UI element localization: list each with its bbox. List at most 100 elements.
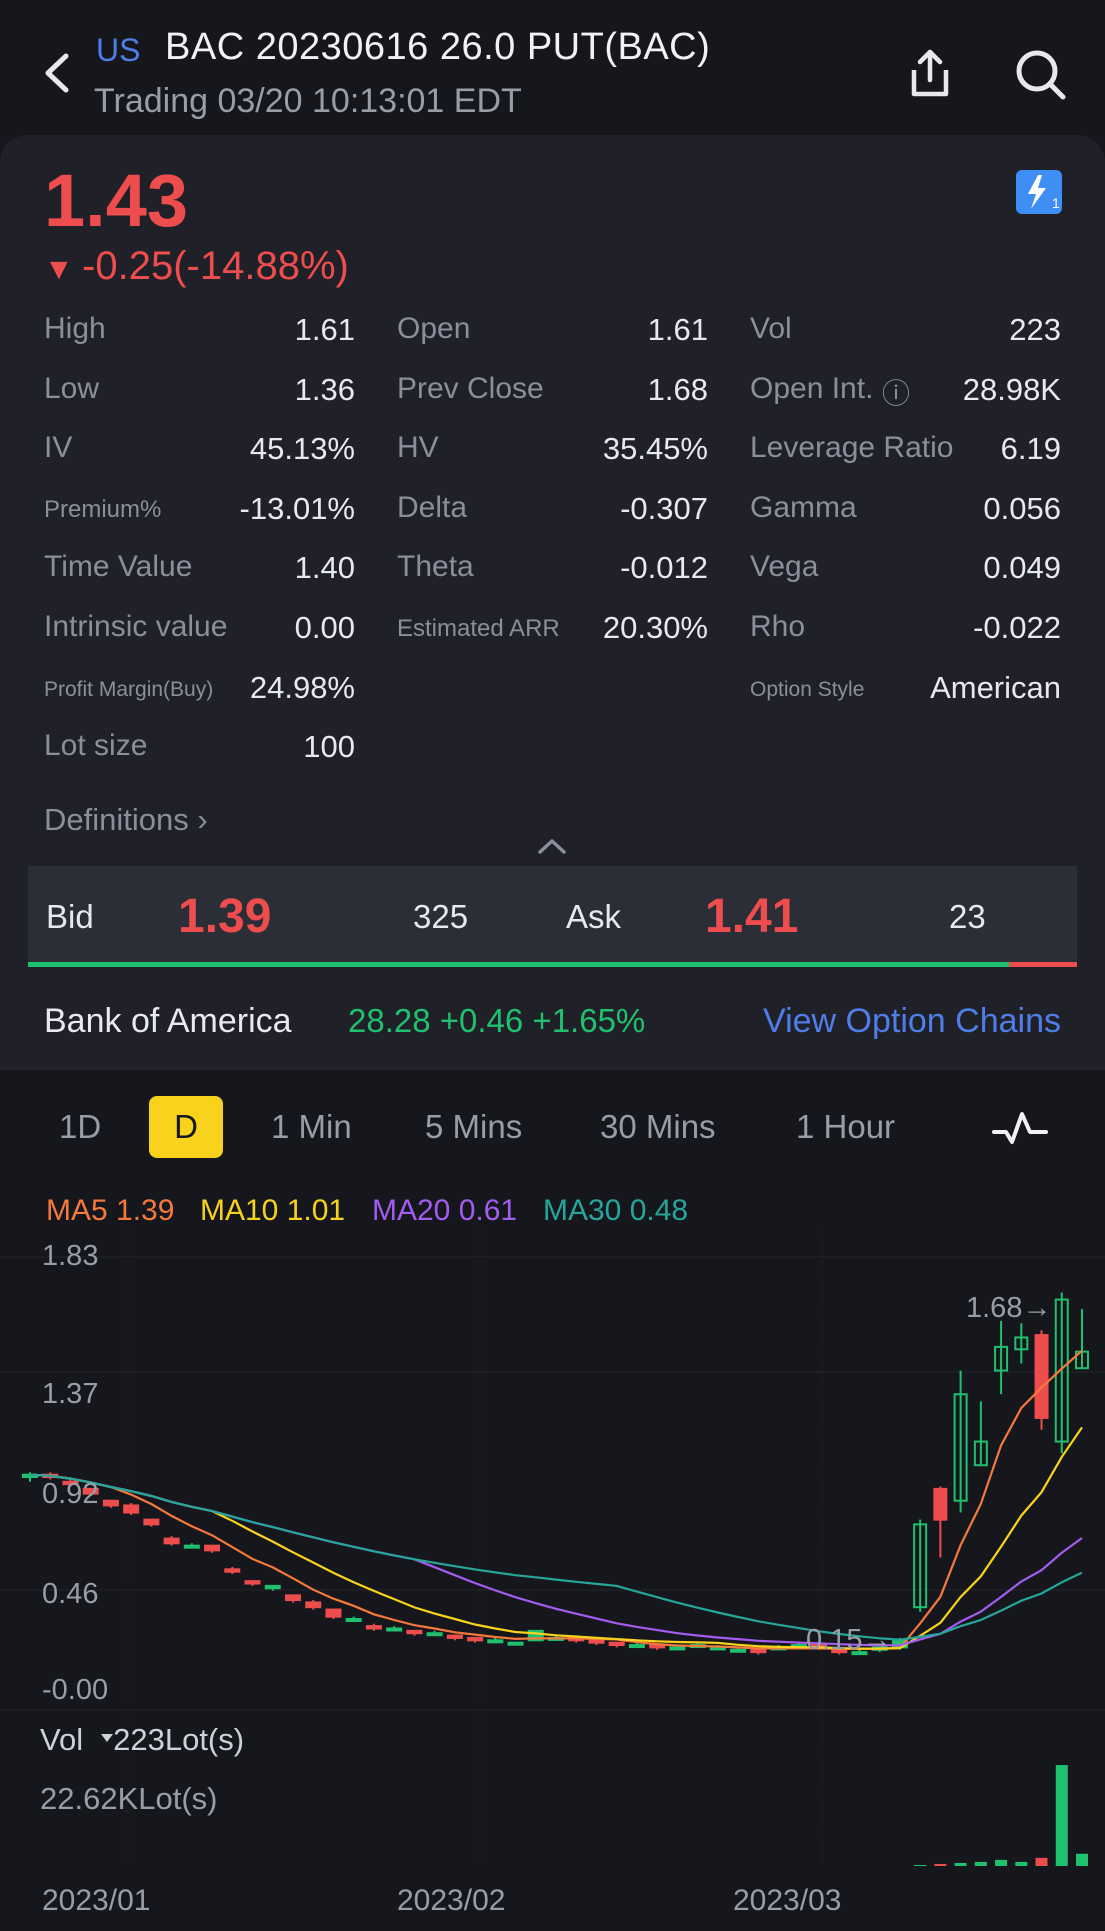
x-tick-label: 2023/01 xyxy=(42,1884,151,1917)
stat-label: Lot size xyxy=(44,729,148,763)
stat-value: 1.40 xyxy=(294,550,355,586)
stat-label: Vega xyxy=(750,550,819,584)
underlying-name[interactable]: Bank of America xyxy=(44,1002,292,1041)
stat-label: Time Value xyxy=(44,550,193,584)
stat-label: IV xyxy=(44,431,73,465)
volume-bar xyxy=(1015,1861,1028,1866)
tab-1-hour[interactable]: 1 Hour xyxy=(796,1108,895,1146)
volume-bar xyxy=(914,1864,927,1866)
volume-label[interactable]: Vol 223Lot(s) xyxy=(40,1722,244,1758)
high-annotation: 1.68→ xyxy=(966,1292,1052,1324)
ask-label: Ask xyxy=(566,898,622,935)
ask-depth-bar xyxy=(1009,962,1077,967)
price-change-value: -0.25(-14.88%) xyxy=(82,244,349,288)
tab-d[interactable]: D xyxy=(149,1096,223,1158)
definitions-label: Definitions xyxy=(44,802,189,837)
stat-label: Prev Close xyxy=(397,371,544,405)
ma30-legend: MA30 0.48 xyxy=(543,1194,689,1227)
stat-value: 45.13% xyxy=(249,431,355,467)
candle xyxy=(487,1637,504,1644)
ma-line-10 xyxy=(29,1426,1083,1650)
ma-line-5 xyxy=(29,1349,1083,1650)
tab-5-mins[interactable]: 5 Mins xyxy=(425,1108,522,1146)
low-annotation: 0.15→ xyxy=(806,1624,892,1656)
search-icon[interactable] xyxy=(1010,44,1070,104)
candle xyxy=(973,1401,988,1467)
stat-value: 100 xyxy=(303,729,355,765)
candle xyxy=(507,1641,524,1646)
share-icon[interactable] xyxy=(900,44,960,104)
stat-value: 0.056 xyxy=(983,490,1061,526)
candle xyxy=(183,1543,200,1549)
candle xyxy=(123,1503,140,1515)
candle xyxy=(163,1536,180,1546)
stat-value: 24.98% xyxy=(249,669,355,705)
ma20-legend: MA20 0.61 xyxy=(372,1194,518,1227)
tab-1-min[interactable]: 1 Min xyxy=(271,1108,352,1146)
definitions-link[interactable]: Definitions › xyxy=(44,802,208,838)
candle xyxy=(649,1644,666,1650)
svg-text:1: 1 xyxy=(1052,195,1060,211)
x-tick-label: 2023/03 xyxy=(733,1884,842,1917)
candle xyxy=(285,1594,301,1603)
candle xyxy=(325,1608,342,1620)
stat-value: 28.98K xyxy=(962,371,1061,407)
tab-30-mins[interactable]: 30 Mins xyxy=(600,1108,716,1146)
info-icon[interactable]: ⓘ xyxy=(882,372,910,412)
stat-value: -0.022 xyxy=(973,610,1061,645)
volume-bar xyxy=(1055,1765,1068,1866)
candle xyxy=(365,1623,382,1631)
candle xyxy=(933,1486,948,1558)
stat-label: Gamma xyxy=(750,490,857,524)
candle xyxy=(446,1634,463,1641)
stat-value: 223 xyxy=(1009,312,1061,347)
candle xyxy=(994,1320,1009,1395)
y-tick-label: 0.46 xyxy=(42,1578,99,1610)
candle xyxy=(588,1639,605,1646)
collapse-caret-icon[interactable] xyxy=(536,836,568,856)
stat-label: Leverage Ratio xyxy=(750,431,954,465)
chevron-right-icon: › xyxy=(197,802,208,837)
stat-label: Profit Margin(Buy) xyxy=(44,677,214,701)
page-title: BAC 20230616 26.0 PUT(BAC) xyxy=(165,26,711,68)
stat-value: 0.00 xyxy=(294,610,355,645)
y-tick-label: -0.00 xyxy=(42,1674,109,1706)
bid-label: Bid xyxy=(46,898,94,935)
candle xyxy=(1034,1330,1049,1430)
stat-value: -0.307 xyxy=(620,490,708,526)
stat-label: Open xyxy=(397,312,471,345)
candle xyxy=(345,1616,362,1623)
stat-label: HV xyxy=(397,431,439,465)
ask-size: 23 xyxy=(949,898,986,935)
stat-label: Rho xyxy=(750,610,806,643)
volume-bar xyxy=(934,1863,947,1866)
candle xyxy=(102,1499,119,1508)
volume-bar xyxy=(995,1859,1008,1866)
stat-value: 1.61 xyxy=(647,312,708,347)
view-option-chains-link[interactable]: View Option Chains xyxy=(763,1002,1061,1041)
volume-bar xyxy=(974,1861,987,1866)
candle xyxy=(143,1518,160,1527)
candle xyxy=(953,1370,968,1513)
volume-dropdown-icon[interactable] xyxy=(99,1731,115,1745)
stat-value: 1.61 xyxy=(294,312,355,347)
y-tick-label: 1.37 xyxy=(42,1378,99,1410)
tab-1d[interactable]: 1D xyxy=(59,1108,101,1146)
market-badge: US xyxy=(96,32,141,68)
indicator-icon[interactable] xyxy=(992,1110,1048,1146)
header: US BAC 20230616 26.0 PUT(BAC) Trading 03… xyxy=(0,0,1105,135)
stat-value: 20.30% xyxy=(602,610,708,645)
candle xyxy=(204,1544,221,1553)
stat-value: American xyxy=(930,669,1061,705)
stat-value: 1.68 xyxy=(647,371,708,407)
flash-trade-icon[interactable]: 1 xyxy=(1016,170,1062,214)
down-triangle-icon: ▼ xyxy=(44,253,83,286)
trading-status: Trading 03/20 10:13:01 EDT xyxy=(94,82,522,120)
back-arrow-icon[interactable] xyxy=(38,48,78,98)
candle xyxy=(426,1630,443,1637)
candle xyxy=(750,1648,767,1655)
ma10-legend: MA10 1.01 xyxy=(200,1194,346,1227)
price-chart[interactable] xyxy=(0,1230,1105,1870)
volume-bar xyxy=(954,1862,967,1866)
x-tick-label: 2023/02 xyxy=(397,1884,506,1917)
